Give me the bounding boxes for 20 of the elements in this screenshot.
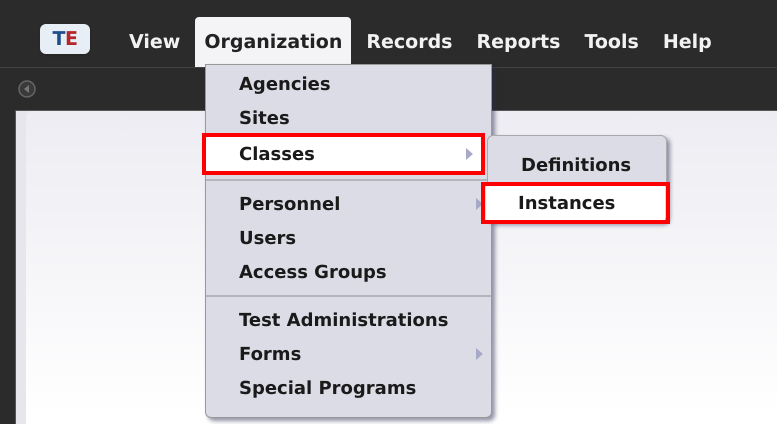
menu-option[interactable]: Users xyxy=(206,221,491,255)
submenu-arrow-icon xyxy=(476,198,483,210)
menu-item[interactable]: Tools xyxy=(575,17,648,67)
menu-option[interactable]: Instances xyxy=(486,186,665,220)
logo[interactable]: TE xyxy=(40,24,90,54)
submenu-arrow-icon xyxy=(476,348,483,360)
menu-item[interactable]: View xyxy=(120,17,190,67)
menu-option[interactable]: Classes xyxy=(206,137,481,171)
menu-option[interactable]: Agencies xyxy=(206,67,491,101)
menu-option[interactable]: Test Administrations xyxy=(206,303,491,337)
menu-item[interactable]: Organization xyxy=(195,17,352,67)
menu-option[interactable]: Sites xyxy=(206,101,491,135)
menu-item[interactable]: Help xyxy=(654,17,721,67)
menu-item[interactable]: Records xyxy=(357,17,462,67)
submenu-arrow-icon xyxy=(466,148,473,160)
menu-option[interactable]: Definitions xyxy=(489,148,665,182)
menu-option[interactable]: Forms xyxy=(206,337,491,371)
menu-item[interactable]: Reports xyxy=(468,17,570,67)
menu-option[interactable]: Special Programs xyxy=(206,371,491,405)
menu-option[interactable]: Access Groups xyxy=(206,255,491,289)
